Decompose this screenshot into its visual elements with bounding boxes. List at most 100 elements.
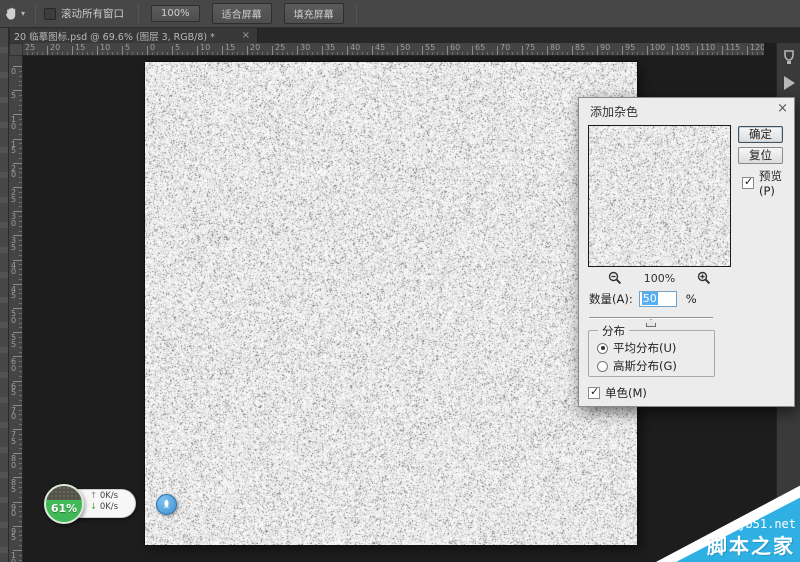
actions-play-icon[interactable] [777,70,800,96]
divider [138,4,139,24]
ruler-subtick [577,52,578,55]
document-tab[interactable]: 20 临摹图标.psd @ 69.6% (图层 3, RGB/8) * × [10,28,258,43]
ruler-subtick [19,395,22,396]
ruler-label: 35 [325,43,335,52]
ruler-subtick [317,52,318,55]
ruler-subtick [417,52,418,55]
ruler-label: 0 [150,43,155,52]
ruler-subtick [19,434,22,435]
actual-pixels-button[interactable]: 100% [151,5,200,22]
noise-preview-box[interactable] [588,125,731,267]
ruler-label: 1 0 [11,117,16,130]
ok-button[interactable]: 确定 [738,126,783,143]
tool-preset-caret-icon[interactable]: ▾ [21,9,25,18]
horizontal-ruler[interactable]: 25 20 15 10 5 0 5 10 15 20 25 30 35 40 45 50 55 60 65 70 75 8… [23,43,764,56]
divider [356,4,357,24]
hand-tool-button[interactable]: ▾ [0,6,29,21]
tab-close-icon[interactable]: × [239,30,253,41]
network-speed-widget[interactable]: 61% ↑ 0K/s ↓ 0K/s [44,483,139,525]
amount-input[interactable]: 50 [639,291,677,307]
ruler-subtick [87,52,88,55]
reset-button[interactable]: 复位 [738,147,783,164]
vertical-ruler[interactable]: 0 5 1 0 1 5 2 0 2 5 3 0 3 5 4 0 4 5 5 0 5 5 6 0 6 5 7 … [9,56,23,562]
ruler-subtick [19,168,22,169]
gaussian-radio-row[interactable]: 高斯分布(G) [597,358,677,374]
amount-unit: % [686,292,697,306]
ruler-subtick [19,535,22,536]
document-canvas[interactable] [145,62,637,545]
hand-tool-icon [4,6,19,21]
ruler-tick [147,46,148,55]
ruler-subtick [19,414,22,415]
ruler-subtick [492,52,493,55]
monochromatic-checkbox[interactable]: ✓ [588,387,600,399]
ruler-subtick [402,52,403,55]
ruler-subtick [19,124,22,125]
ruler-subtick [19,448,22,449]
ruler-subtick [19,410,22,411]
zoom-out-icon[interactable] [608,271,622,285]
history-glyph-icon [782,49,797,66]
ruler-label: 115 [725,43,740,52]
ruler-subtick [19,318,22,319]
slider-track[interactable] [589,317,713,319]
gaussian-radio[interactable] [597,361,608,372]
ruler-subtick [677,52,678,55]
uniform-radio-row[interactable]: 平均分布(U) [597,340,676,356]
preview-checkbox[interactable]: ✓ [742,177,754,189]
ruler-subtick [512,52,513,55]
dialog-close-icon[interactable]: × [777,101,788,116]
fill-screen-button[interactable]: 填充屏幕 [284,3,344,24]
ruler-subtick [587,52,588,55]
boost-button[interactable] [156,494,177,515]
scroll-all-windows-checkbox[interactable] [44,8,56,20]
ruler-subtick [182,52,183,55]
ruler-subtick [762,52,763,55]
gaussian-label: 高斯分布(G) [613,358,677,374]
ruler-tick [722,46,723,55]
fit-screen-button[interactable]: 适合屏幕 [212,3,272,24]
ruler-subtick [19,303,22,304]
ruler-subtick [637,52,638,55]
preview-checkbox-row[interactable]: ✓ 预览(P) [742,168,794,198]
ruler-subtick [19,293,22,294]
ruler-tick [447,46,448,55]
ruler-subtick [682,52,683,55]
amount-selected-text: 50 [642,292,658,305]
ruler-label: 55 [425,43,435,52]
ruler-label: 5 [11,93,16,100]
ruler-subtick [19,100,22,101]
ruler-subtick [19,221,22,222]
ruler-tick [697,46,698,55]
monochromatic-checkbox-row[interactable]: ✓ 单色(M) [588,385,647,401]
ruler-tick [247,46,248,55]
ruler-origin-corner[interactable] [9,43,23,56]
ruler-tick [272,46,273,55]
ruler-subtick [527,52,528,55]
ruler-subtick [252,52,253,55]
ruler-subtick [19,376,22,377]
ruler-subtick [19,555,22,556]
history-panel-icon[interactable] [777,44,800,70]
ruler-label: 70 [500,43,510,52]
ruler-subtick [562,52,563,55]
ruler-subtick [592,52,593,55]
ruler-subtick [19,250,22,251]
ruler-subtick [19,371,22,372]
ruler-subtick [52,52,53,55]
ruler-subtick [19,323,22,324]
ruler-subtick [157,52,158,55]
ruler-tick [497,46,498,55]
ruler-subtick [19,327,22,328]
memory-usage-gauge[interactable]: 61% [44,484,84,524]
slider-thumb[interactable] [646,319,656,327]
zoom-in-icon[interactable] [697,271,711,285]
ruler-label: 85 [575,43,585,52]
ruler-subtick [442,52,443,55]
ruler-subtick [19,81,22,82]
ruler-subtick [19,313,22,314]
uniform-radio[interactable] [597,343,608,354]
ruler-label: 25 [25,43,35,52]
ruler-subtick [19,506,22,507]
ruler-subtick [19,134,22,135]
